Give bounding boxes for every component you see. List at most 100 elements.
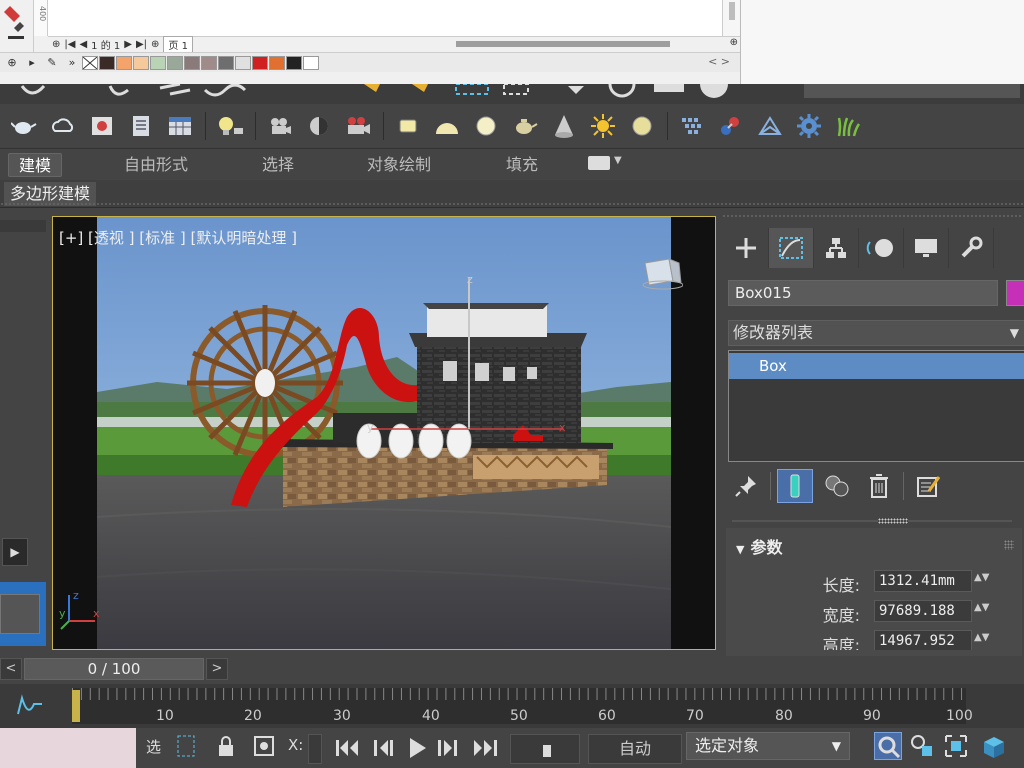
- stack-item-box[interactable]: Box: [729, 353, 1024, 379]
- disc-icon[interactable]: [626, 110, 658, 142]
- configure-modifier-sets-button[interactable]: [910, 469, 946, 503]
- time-slider-track[interactable]: 0 / 100: [24, 658, 204, 680]
- display-tab[interactable]: [904, 228, 949, 268]
- selection-set-dropdown[interactable]: 选定对象 ▼: [686, 732, 850, 760]
- film-camera-icon[interactable]: [342, 110, 374, 142]
- sphere-icon[interactable]: [470, 110, 502, 142]
- color-swatch[interactable]: [235, 55, 251, 70]
- parameters-rollout-header[interactable]: ▼ 参数: [736, 534, 782, 558]
- zoom-all-button[interactable]: [908, 732, 936, 760]
- fill-tool-icon[interactable]: [0, 0, 34, 52]
- width-field[interactable]: 97689.188: [874, 600, 972, 622]
- no-color-swatch[interactable]: [82, 55, 98, 70]
- next-page-button[interactable]: ▶: [124, 39, 132, 50]
- utilities-tab[interactable]: [949, 228, 994, 268]
- width-spinner[interactable]: ▲▼: [974, 602, 989, 613]
- make-unique-button[interactable]: [819, 469, 855, 503]
- modifier-stack[interactable]: Box: [728, 350, 1024, 462]
- color-swatch[interactable]: [116, 55, 132, 70]
- maxscript-listener[interactable]: [0, 728, 136, 768]
- create-tab[interactable]: [724, 228, 769, 268]
- table-grid-icon[interactable]: [164, 110, 196, 142]
- scene-explorer-tab[interactable]: [0, 582, 46, 646]
- ribbon-options-button[interactable]: [588, 156, 610, 170]
- next-frame-button[interactable]: >: [206, 658, 228, 680]
- cone-icon[interactable]: [548, 110, 580, 142]
- render-frame-icon[interactable]: [86, 110, 118, 142]
- modifier-list-dropdown[interactable]: 修改器列表 ▼: [728, 320, 1024, 346]
- particle-grid-icon[interactable]: [676, 110, 708, 142]
- selection-lock-icon[interactable]: [176, 734, 196, 758]
- object-name-field[interactable]: Box015: [728, 280, 998, 306]
- horizontal-scrollbar[interactable]: [456, 41, 670, 47]
- perspective-viewport[interactable]: x y z [+] [透视 ] [标准 ] [默认明暗处理 ] z x y: [52, 216, 716, 650]
- cloud-icon[interactable]: [47, 110, 79, 142]
- teapot-material-icon[interactable]: [509, 110, 541, 142]
- auto-key-button[interactable]: 自动: [588, 734, 682, 764]
- show-end-result-button[interactable]: [777, 469, 813, 503]
- lightbulb-icon[interactable]: [214, 110, 246, 142]
- prev-page-button[interactable]: ◀: [79, 39, 87, 50]
- add-icon[interactable]: ⊕: [2, 54, 22, 72]
- play-arrow-icon[interactable]: ▸: [22, 54, 42, 72]
- page-tab[interactable]: 页 1: [163, 36, 193, 53]
- last-page-button[interactable]: ▶|: [136, 39, 147, 50]
- x-coord-field[interactable]: [308, 734, 322, 764]
- tab-populate[interactable]: 填充: [506, 153, 538, 177]
- zoom-extents-button[interactable]: [942, 732, 970, 760]
- color-swatch[interactable]: [218, 55, 234, 70]
- pin-stack-button[interactable]: [728, 469, 764, 503]
- viewport-label[interactable]: [+] [透视 ] [标准 ] [默认明暗处理 ]: [59, 227, 297, 248]
- document-list-icon[interactable]: [125, 110, 157, 142]
- play-arrow-icon[interactable]: ▶: [2, 538, 28, 566]
- color-swatch[interactable]: [167, 55, 183, 70]
- length-spinner[interactable]: ▲▼: [974, 572, 989, 583]
- hierarchy-tab[interactable]: [814, 228, 859, 268]
- object-color-swatch[interactable]: [1006, 280, 1024, 306]
- color-swatch[interactable]: [252, 55, 268, 70]
- camera-icon[interactable]: [264, 110, 296, 142]
- sun-icon[interactable]: [587, 110, 619, 142]
- lock-icon[interactable]: [216, 734, 236, 758]
- frame-ruler[interactable]: 0 10 20 30 40 50 60 70 80 90 100: [72, 688, 973, 724]
- hemisphere-icon[interactable]: [431, 110, 463, 142]
- color-swatch[interactable]: [99, 55, 115, 70]
- remove-modifier-button[interactable]: [861, 469, 897, 503]
- chevron-down-icon[interactable]: ▼: [614, 155, 622, 166]
- gear-icon[interactable]: [793, 110, 825, 142]
- color-swatch[interactable]: [150, 55, 166, 70]
- height-spinner[interactable]: ▲▼: [974, 632, 989, 643]
- prev-frame-button[interactable]: <: [0, 658, 22, 680]
- tab-freeform[interactable]: 自由形式: [124, 153, 188, 177]
- palette-menu-icon[interactable]: »: [62, 54, 82, 72]
- corel-canvas[interactable]: [48, 0, 722, 36]
- length-field[interactable]: 1312.41mm: [874, 570, 972, 592]
- tab-modeling[interactable]: 建模: [8, 153, 63, 177]
- viewcube-icon[interactable]: [639, 255, 683, 291]
- modify-tab[interactable]: [769, 228, 814, 268]
- add-page-before-button[interactable]: ⊕: [52, 39, 60, 50]
- color-swatch[interactable]: [269, 55, 285, 70]
- zoom-extents-all-button[interactable]: [978, 732, 1006, 760]
- color-swatch[interactable]: [184, 55, 200, 70]
- zoom-button[interactable]: [874, 732, 902, 760]
- motion-tab[interactable]: [859, 228, 904, 268]
- envelope-tent-icon[interactable]: [754, 110, 786, 142]
- sphere-shade-icon[interactable]: [303, 110, 335, 142]
- color-swatch[interactable]: [201, 55, 217, 70]
- tab-selection[interactable]: 选择: [262, 153, 294, 177]
- molecule-icon[interactable]: [715, 110, 747, 142]
- curve-editor-icon[interactable]: [16, 694, 44, 718]
- color-swatch[interactable]: [133, 55, 149, 70]
- eyedropper-icon[interactable]: ✎: [42, 54, 62, 72]
- magnifier-icon[interactable]: ⊕: [730, 37, 738, 48]
- set-key-button[interactable]: [510, 734, 580, 764]
- grass-icon[interactable]: [832, 110, 864, 142]
- first-page-button[interactable]: |◀: [64, 39, 75, 50]
- color-swatch[interactable]: [303, 55, 319, 70]
- color-swatch[interactable]: [286, 55, 302, 70]
- palette-scroll-arrows[interactable]: < >: [708, 55, 730, 68]
- add-page-after-button[interactable]: ⊕: [151, 39, 159, 50]
- plane-icon[interactable]: [392, 110, 424, 142]
- height-field[interactable]: 14967.952: [874, 630, 972, 650]
